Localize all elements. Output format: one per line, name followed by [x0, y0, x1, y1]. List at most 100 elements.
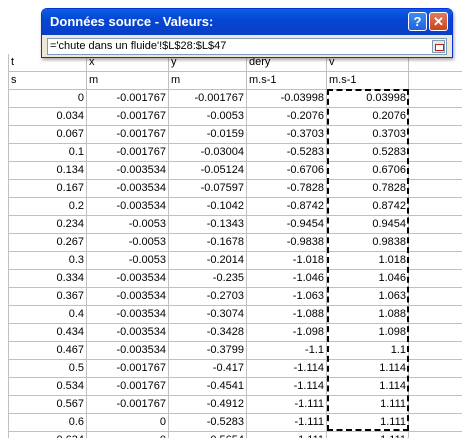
table-cell[interactable]: -1.111	[247, 432, 327, 438]
table-cell[interactable]: -0.8742	[247, 198, 327, 216]
table-cell[interactable]: -0.001767	[169, 90, 247, 108]
table-cell[interactable]: -0.001767	[87, 108, 169, 126]
table-cell[interactable]: -0.0053	[87, 216, 169, 234]
table-cell[interactable]: 0.634	[8, 432, 87, 438]
table-cell[interactable]: 1.111	[327, 414, 409, 432]
reference-input[interactable]: ='chute dans un fluide'!$L$28:$L$47	[47, 38, 447, 55]
table-cell[interactable]: -0.001767	[87, 396, 169, 414]
table-cell[interactable]: -0.001767	[87, 360, 169, 378]
table-cell[interactable]: 0.3703	[327, 126, 409, 144]
table-cell[interactable]	[409, 432, 462, 438]
table-cell[interactable]: 1.1	[327, 342, 409, 360]
table-cell[interactable]: 1.063	[327, 288, 409, 306]
table-cell[interactable]: 0.6	[8, 414, 87, 432]
table-cell[interactable]: -1.088	[247, 306, 327, 324]
table-cell[interactable]: 0.567	[8, 396, 87, 414]
table-cell[interactable]: 0.434	[8, 324, 87, 342]
table-cell[interactable]: -0.2076	[247, 108, 327, 126]
table-cell[interactable]: -0.9454	[247, 216, 327, 234]
table-cell[interactable]: -0.003534	[87, 198, 169, 216]
table-cell[interactable]	[409, 306, 462, 324]
table-cell[interactable]: -0.03998	[247, 90, 327, 108]
table-cell[interactable]: 0.9454	[327, 216, 409, 234]
table-cell[interactable]: -0.5283	[247, 144, 327, 162]
header-cell[interactable]: m	[87, 72, 169, 90]
table-cell[interactable]: 0	[87, 414, 169, 432]
table-cell[interactable]: -0.003534	[87, 324, 169, 342]
table-cell[interactable]	[409, 378, 462, 396]
table-cell[interactable]	[409, 144, 462, 162]
table-cell[interactable]: -0.1678	[169, 234, 247, 252]
table-cell[interactable]	[409, 198, 462, 216]
table-cell[interactable]: -0.3703	[247, 126, 327, 144]
table-cell[interactable]: -0.03004	[169, 144, 247, 162]
table-cell[interactable]: -1.063	[247, 288, 327, 306]
table-cell[interactable]: 0.3	[8, 252, 87, 270]
table-cell[interactable]: -0.4541	[169, 378, 247, 396]
table-cell[interactable]	[409, 216, 462, 234]
table-cell[interactable]: 1.046	[327, 270, 409, 288]
table-cell[interactable]: 0.8742	[327, 198, 409, 216]
table-cell[interactable]	[409, 180, 462, 198]
table-cell[interactable]: 0.6706	[327, 162, 409, 180]
table-cell[interactable]: -0.1343	[169, 216, 247, 234]
table-cell[interactable]	[409, 90, 462, 108]
table-cell[interactable]	[409, 270, 462, 288]
table-cell[interactable]	[409, 234, 462, 252]
table-cell[interactable]: 1.114	[327, 360, 409, 378]
table-cell[interactable]: -0.4912	[169, 396, 247, 414]
table-cell[interactable]: -0.003534	[87, 342, 169, 360]
table-cell[interactable]: -1.111	[247, 414, 327, 432]
table-cell[interactable]: -0.7828	[247, 180, 327, 198]
table-cell[interactable]: -0.001767	[87, 144, 169, 162]
close-icon[interactable]: ✕	[429, 12, 448, 31]
table-cell[interactable]: -0.235	[169, 270, 247, 288]
table-cell[interactable]	[409, 324, 462, 342]
table-cell[interactable]: -0.07597	[169, 180, 247, 198]
table-cell[interactable]: 0.5283	[327, 144, 409, 162]
table-cell[interactable]: -0.003534	[87, 270, 169, 288]
table-cell[interactable]: 0.167	[8, 180, 87, 198]
table-cell[interactable]: -0.2703	[169, 288, 247, 306]
table-cell[interactable]	[409, 252, 462, 270]
table-cell[interactable]: 0.5	[8, 360, 87, 378]
table-cell[interactable]: -0.05124	[169, 162, 247, 180]
table-cell[interactable]: 0.03998	[327, 90, 409, 108]
table-cell[interactable]: -0.0053	[87, 252, 169, 270]
table-cell[interactable]: 0.7828	[327, 180, 409, 198]
table-cell[interactable]: -0.9838	[247, 234, 327, 252]
header-cell[interactable]: m.s-1	[247, 72, 327, 90]
header-cell[interactable]: m	[169, 72, 247, 90]
table-cell[interactable]: -0.0053	[169, 108, 247, 126]
table-cell[interactable]: 0.2076	[327, 108, 409, 126]
header-cell[interactable]: m.s-1	[327, 72, 409, 90]
table-cell[interactable]: 1.088	[327, 306, 409, 324]
table-cell[interactable]: -1.114	[247, 360, 327, 378]
table-cell[interactable]: 0.134	[8, 162, 87, 180]
table-cell[interactable]: 0.4	[8, 306, 87, 324]
table-cell[interactable]	[409, 288, 462, 306]
table-cell[interactable]: -0.003534	[87, 162, 169, 180]
table-cell[interactable]: -0.6706	[247, 162, 327, 180]
table-cell[interactable]: 0.1	[8, 144, 87, 162]
table-cell[interactable]	[409, 162, 462, 180]
table-cell[interactable]: -0.001767	[87, 126, 169, 144]
table-cell[interactable]: 1.111	[327, 432, 409, 438]
table-cell[interactable]: -0.001767	[87, 378, 169, 396]
table-cell[interactable]: 0	[8, 90, 87, 108]
table-cell[interactable]	[409, 126, 462, 144]
header-cell[interactable]	[409, 72, 462, 90]
table-cell[interactable]: 0.9838	[327, 234, 409, 252]
table-cell[interactable]: 1.111	[327, 396, 409, 414]
table-cell[interactable]: -1.114	[247, 378, 327, 396]
table-cell[interactable]	[409, 396, 462, 414]
table-cell[interactable]: -0.003534	[87, 306, 169, 324]
table-cell[interactable]: -0.2014	[169, 252, 247, 270]
table-cell[interactable]: -0.5283	[169, 414, 247, 432]
table-cell[interactable]: 0.534	[8, 378, 87, 396]
table-cell[interactable]: 0.367	[8, 288, 87, 306]
table-cell[interactable]: 1.114	[327, 378, 409, 396]
table-cell[interactable]: -0.3074	[169, 306, 247, 324]
table-cell[interactable]: 0.2	[8, 198, 87, 216]
table-cell[interactable]: -0.003534	[87, 288, 169, 306]
